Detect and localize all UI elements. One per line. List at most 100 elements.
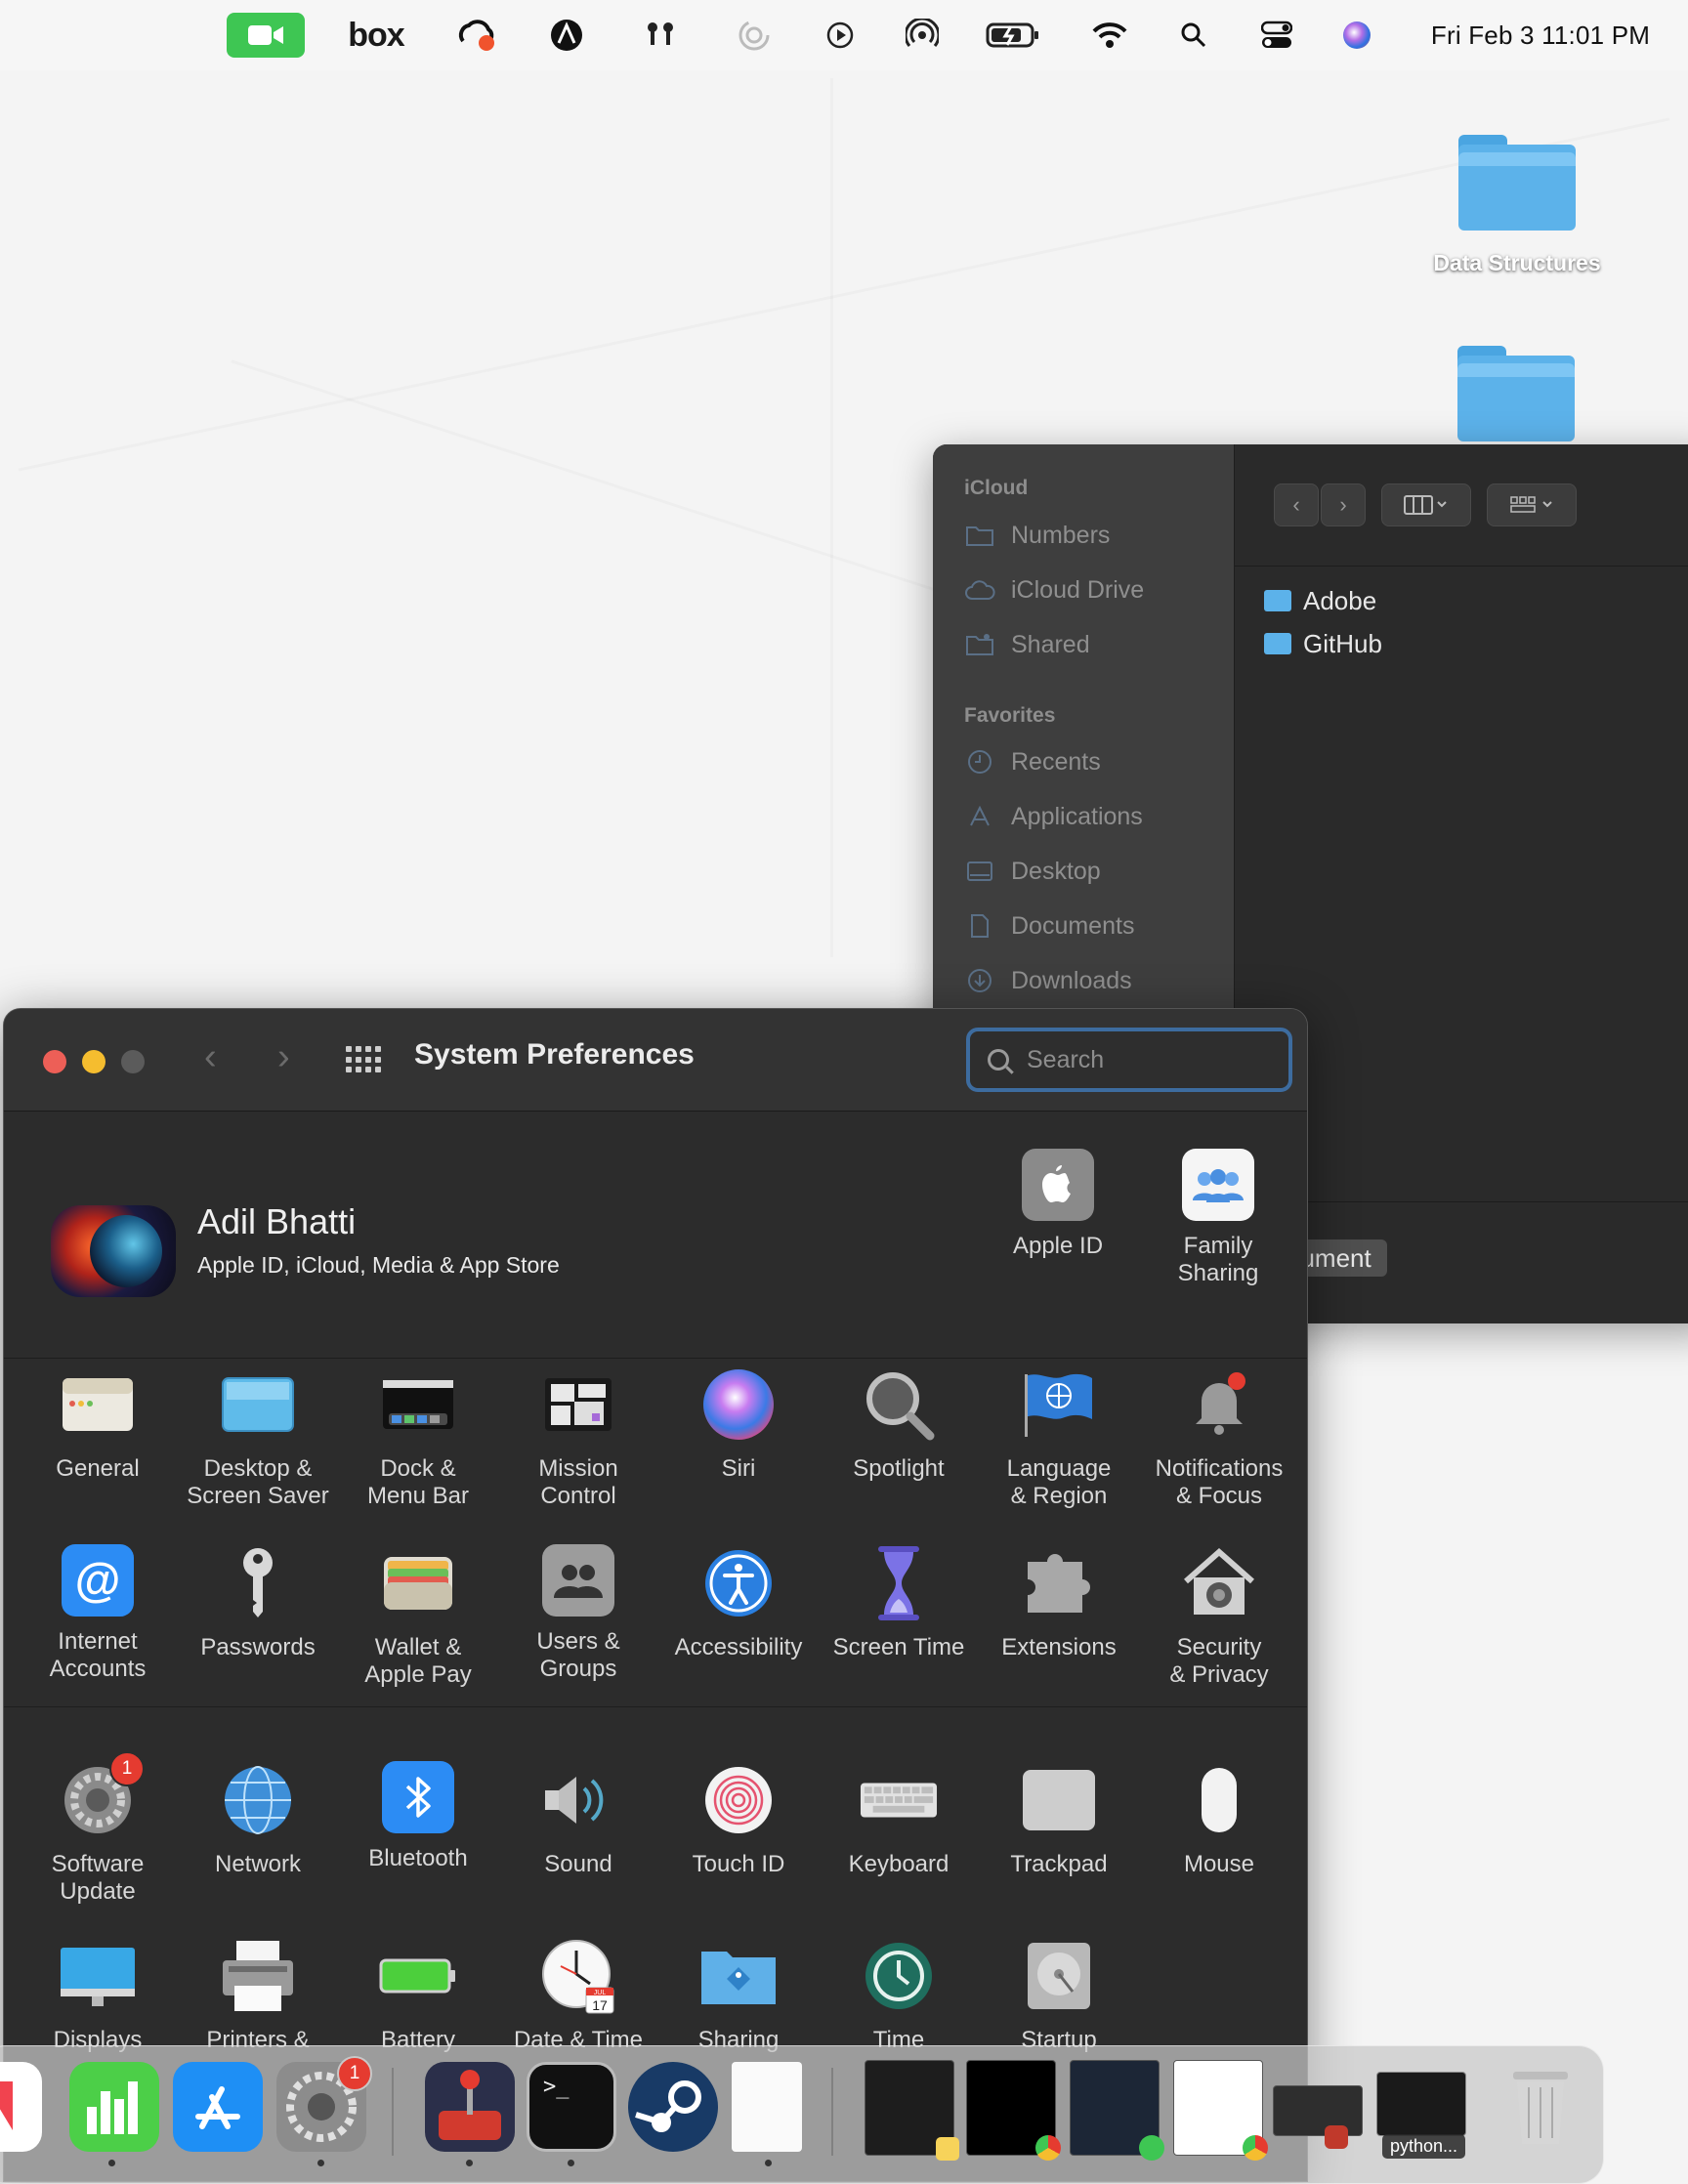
- siri-icon[interactable]: [1340, 0, 1373, 70]
- window-thumbnail[interactable]: [1273, 2085, 1363, 2149]
- pref-passwords[interactable]: Passwords: [180, 1544, 336, 1661]
- pref-trackpad[interactable]: Trackpad: [981, 1761, 1137, 1878]
- pref-startup-disk[interactable]: Startup: [981, 1937, 1137, 2054]
- sidebar-item-recents[interactable]: Recents: [964, 742, 1101, 781]
- account-name: Adil Bhatti: [197, 1201, 357, 1241]
- pref-security-privacy[interactable]: Security & Privacy: [1141, 1544, 1297, 1689]
- search-input[interactable]: [1025, 1044, 1263, 1075]
- pref-language-region[interactable]: Language & Region: [981, 1365, 1137, 1510]
- cleanmymac-icon[interactable]: [549, 0, 584, 70]
- pref-extensions[interactable]: Extensions: [981, 1544, 1137, 1661]
- at-sign-icon: @: [62, 1544, 134, 1617]
- view-columns-button[interactable]: [1381, 483, 1471, 526]
- sidebar-item-shared[interactable]: Shared: [964, 625, 1090, 664]
- pref-notifications-focus[interactable]: Notifications & Focus: [1141, 1365, 1297, 1510]
- pref-mission-control[interactable]: Mission Control: [500, 1365, 656, 1510]
- running-indicator: [765, 2160, 772, 2166]
- desktop-folder[interactable]: [1457, 342, 1575, 449]
- sidebar-item-desktop[interactable]: Desktop: [964, 852, 1101, 891]
- terminal-app-icon[interactable]: >_: [527, 2062, 616, 2152]
- sidebar-item-downloads[interactable]: Downloads: [964, 961, 1132, 1000]
- system-preferences-app-icon[interactable]: 1: [276, 2056, 372, 2152]
- control-center-icon[interactable]: [1260, 0, 1293, 70]
- pref-general[interactable]: General: [20, 1365, 176, 1483]
- pref-sound[interactable]: Sound: [500, 1761, 656, 1878]
- focus-icon[interactable]: [735, 0, 774, 70]
- window-thumbnail[interactable]: [1173, 2060, 1268, 2161]
- creative-cloud-icon[interactable]: [455, 0, 498, 70]
- pref-internet-accounts[interactable]: @ Internet Accounts: [20, 1544, 176, 1683]
- pref-apple-id[interactable]: Apple ID: [980, 1149, 1136, 1260]
- window-thumbnail[interactable]: [966, 2060, 1061, 2161]
- forward-button[interactable]: ›: [1321, 483, 1366, 526]
- pref-software-update[interactable]: 1 Software Update: [20, 1751, 176, 1906]
- play-icon[interactable]: [823, 0, 858, 70]
- wifi-icon[interactable]: [1092, 0, 1127, 70]
- pref-dock-menu-bar[interactable]: Dock & Menu Bar: [340, 1365, 496, 1510]
- airdrop-icon[interactable]: [905, 0, 940, 70]
- sidebar-item-applications[interactable]: Applications: [964, 797, 1143, 836]
- cloud-icon: [964, 577, 995, 603]
- box-icon[interactable]: box: [347, 0, 405, 70]
- pref-accessibility[interactable]: Accessibility: [660, 1544, 817, 1661]
- search-icon[interactable]: [1178, 0, 1209, 70]
- search-icon: [988, 1049, 1009, 1071]
- trash-icon[interactable]: [1496, 2062, 1585, 2152]
- pref-mouse[interactable]: Mouse: [1141, 1761, 1297, 1878]
- group-button[interactable]: [1487, 483, 1577, 526]
- pref-keyboard[interactable]: Keyboard: [821, 1761, 977, 1878]
- minimize-button[interactable]: [82, 1050, 106, 1073]
- pref-displays[interactable]: Displays: [20, 1937, 176, 2054]
- window-thumbnail[interactable]: [1376, 2072, 1466, 2136]
- search-field[interactable]: [966, 1028, 1292, 1092]
- list-item[interactable]: GitHub ›: [1264, 624, 1688, 663]
- show-all-grid-icon[interactable]: [346, 1046, 381, 1073]
- sidebar-item-icloud-drive[interactable]: iCloud Drive: [964, 570, 1144, 609]
- forward-button[interactable]: ›: [277, 1036, 290, 1078]
- numbers-app-icon[interactable]: [69, 2062, 159, 2152]
- pref-time-machine[interactable]: Time: [821, 1937, 977, 2054]
- pref-siri[interactable]: Siri: [660, 1365, 817, 1483]
- pref-date-time[interactable]: JUL 17 Date & Time: [500, 1937, 656, 2054]
- dock-divider: [392, 2068, 394, 2156]
- pref-desktop-screen-saver[interactable]: Desktop & Screen Saver: [180, 1365, 336, 1510]
- pref-printers[interactable]: Printers &: [180, 1937, 336, 2054]
- back-button[interactable]: ‹: [204, 1036, 217, 1078]
- pref-label: Language & Region: [1006, 1455, 1112, 1509]
- sidebar-item-label: Desktop: [1011, 857, 1101, 885]
- pref-network[interactable]: Network: [180, 1761, 336, 1878]
- pref-sharing[interactable]: Sharing: [660, 1937, 817, 2054]
- app-store-icon[interactable]: [173, 2062, 263, 2152]
- battery-icon[interactable]: [985, 0, 1041, 70]
- sidebar-header-favorites: Favorites: [964, 704, 1056, 727]
- news-app-icon[interactable]: [0, 2062, 42, 2152]
- pref-screen-time[interactable]: Screen Time: [821, 1544, 977, 1661]
- pref-wallet-apple-pay[interactable]: Wallet & Apple Pay: [340, 1544, 496, 1689]
- zoom-button[interactable]: [121, 1050, 145, 1073]
- desktop-folder[interactable]: Data Structures: [1433, 131, 1601, 287]
- close-button[interactable]: [43, 1050, 66, 1073]
- applications-icon: [964, 804, 995, 829]
- pref-users-groups[interactable]: Users & Groups: [500, 1544, 656, 1683]
- pref-touch-id[interactable]: Touch ID: [660, 1761, 817, 1878]
- airpods-icon[interactable]: [641, 0, 680, 70]
- window-thumbnail[interactable]: [865, 2060, 959, 2161]
- text-document-icon[interactable]: [732, 2062, 802, 2152]
- pref-spotlight[interactable]: Spotlight: [821, 1365, 977, 1483]
- window-thumbnail[interactable]: [1070, 2060, 1164, 2161]
- avatar[interactable]: [51, 1205, 176, 1297]
- sidebar-item-documents[interactable]: Documents: [964, 906, 1134, 945]
- chevron-right-icon: ›: [277, 1036, 290, 1077]
- account-section[interactable]: Adil Bhatti Apple ID, iCloud, Media & Ap…: [4, 1112, 1307, 1359]
- pref-family-sharing[interactable]: Family Sharing: [1140, 1149, 1296, 1287]
- sidebar-item-numbers[interactable]: Numbers: [964, 516, 1110, 555]
- pref-bluetooth[interactable]: Bluetooth: [340, 1761, 496, 1872]
- steam-app-icon[interactable]: [628, 2062, 718, 2152]
- back-button[interactable]: ‹: [1274, 483, 1319, 526]
- joystick-app-icon[interactable]: [425, 2062, 515, 2152]
- menu-clock[interactable]: Fri Feb 3 11:01 PM: [1418, 0, 1663, 70]
- facetime-icon[interactable]: [227, 0, 305, 70]
- mouse-icon: [1180, 1761, 1258, 1839]
- pref-battery[interactable]: Battery: [340, 1937, 496, 2054]
- list-item[interactable]: Adobe ›: [1264, 581, 1688, 620]
